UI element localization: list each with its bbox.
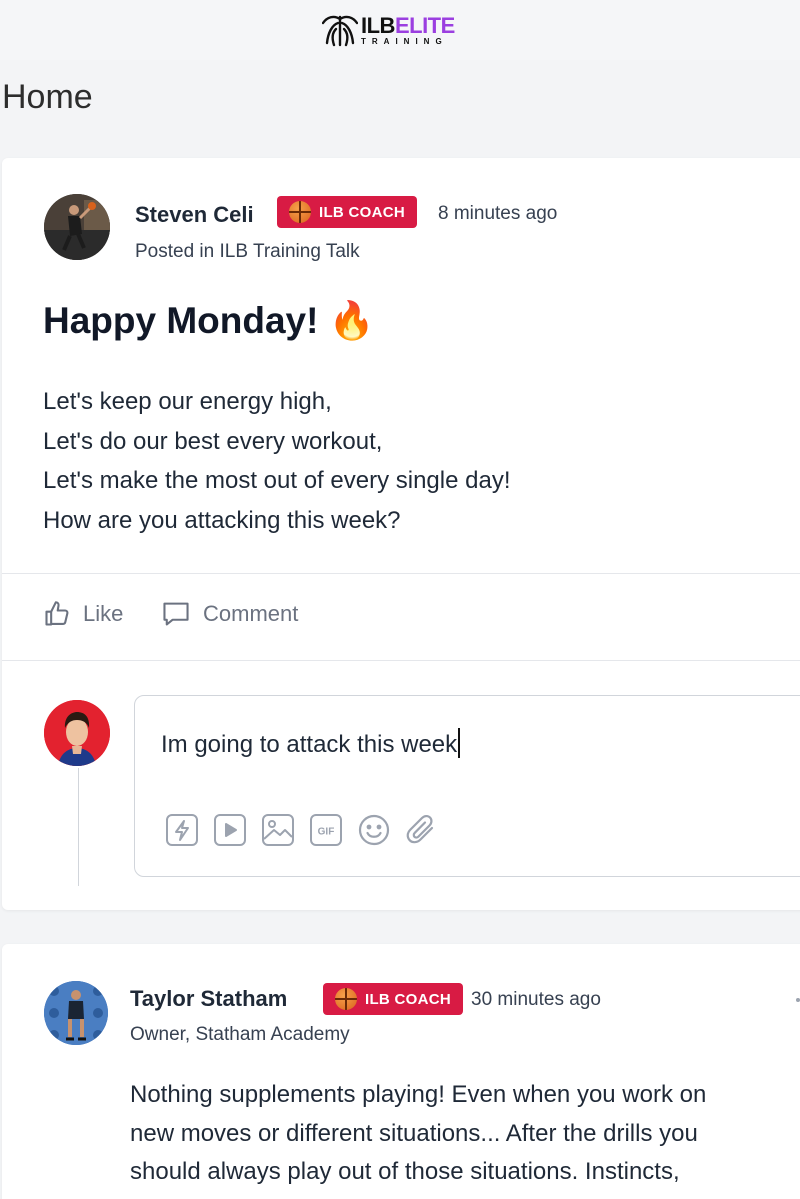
logo-mark-icon [322, 15, 358, 47]
post-category[interactable]: Posted in ILB Training Talk [135, 241, 360, 263]
post-body-line: Let's do our best every workout, [43, 427, 383, 455]
comment-label: Comment [203, 601, 299, 626]
author-title: Owner, Statham Academy [130, 1024, 350, 1045]
post-body-line: Let's keep our energy high, [43, 388, 332, 415]
more-options-icon[interactable] [796, 998, 800, 1002]
post-body-line: should always play out of those situatio… [130, 1158, 680, 1185]
logo-text-training: TRAINING [361, 36, 448, 46]
author-name[interactable]: Steven Celi [135, 202, 254, 228]
comment-input-text: Im going to attack this week [161, 731, 458, 758]
coach-badge: ILB COACH [277, 196, 418, 228]
like-button[interactable]: Like [43, 600, 123, 628]
coach-badge: ILB COACH [323, 983, 464, 1015]
post-timestamp[interactable]: 30 minutes ago [471, 989, 601, 1011]
gif-label: GIF [318, 827, 335, 838]
author-name[interactable]: Taylor Statham [130, 986, 287, 1012]
top-bar: ILBELITE TRAINING [0, 0, 800, 60]
author-avatar[interactable] [44, 981, 108, 1045]
comment-button[interactable]: Comment [161, 600, 298, 628]
video-icon[interactable] [213, 813, 247, 847]
badge-label: ILB COACH [365, 990, 452, 1008]
comment-input[interactable]: Im going to attack this week [161, 728, 460, 759]
basketball-icon [335, 988, 357, 1010]
post-timestamp[interactable]: 8 minutes ago [438, 203, 557, 225]
comment-composer[interactable]: Im going to attack this week GIF [134, 695, 800, 877]
post-body-line: Let's make the most out of every single … [43, 467, 511, 494]
logo-text-ilb: ILB [361, 12, 395, 38]
author-avatar[interactable] [44, 194, 110, 260]
attachment-icon[interactable] [405, 813, 439, 847]
post-body-line: Nothing supplements playing! Even when y… [130, 1081, 707, 1108]
thumbs-up-icon [45, 601, 69, 626]
thread-line [78, 768, 79, 886]
post-title: Happy Monday! 🔥 [43, 300, 375, 341]
post-body: Let's keep our energy high, Let's do our… [43, 382, 510, 540]
lightning-icon[interactable] [165, 813, 199, 847]
emoji-icon[interactable] [357, 813, 391, 847]
post-body-line: How are you attacking this week? [43, 506, 401, 534]
ilb-elite-logo[interactable]: ILBELITE TRAINING [322, 12, 455, 48]
basketball-icon [289, 201, 311, 223]
current-user-avatar[interactable] [44, 700, 110, 766]
logo-text-elite: ELITE [394, 12, 455, 38]
comment-icon [163, 602, 189, 626]
badge-label: ILB COACH [319, 203, 406, 221]
post-body-line: new moves or different situations... Aft… [130, 1119, 698, 1147]
divider [2, 660, 800, 661]
page-title: Home [2, 78, 93, 116]
post-body: Nothing supplements playing! Even when y… [130, 1076, 780, 1192]
text-caret [458, 728, 460, 758]
like-label: Like [83, 601, 124, 626]
image-icon[interactable] [261, 813, 295, 847]
gif-icon[interactable]: GIF [309, 813, 343, 847]
divider [2, 573, 800, 574]
